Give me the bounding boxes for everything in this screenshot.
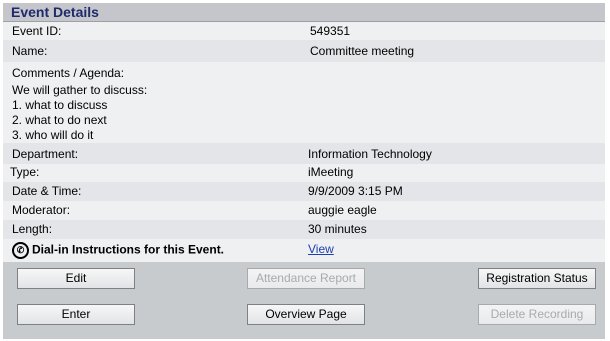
panel-header: Event Details (3, 3, 605, 22)
phone-icon: ✆ (12, 242, 29, 259)
type-value: iMeeting (308, 165, 354, 179)
type-label: Type: (10, 165, 40, 179)
comment-line: 2. what to do next (12, 113, 107, 127)
comments-row: Comments / Agenda: We will gather to dis… (3, 62, 605, 143)
page-title: Event Details (11, 4, 99, 20)
name-value: Committee meeting (310, 44, 415, 58)
event-id-row: Event ID: 549351 (3, 22, 605, 40)
department-row: Department: Information Technology (3, 143, 605, 164)
button-area: Edit Attendance Report Registration Stat… (3, 262, 605, 339)
datetime-label: Date & Time: (12, 184, 82, 198)
dialin-view-link[interactable]: View (308, 242, 334, 256)
dialin-row: ✆ Dial-in Instructions for this Event. Vi… (3, 239, 605, 262)
moderator-label: Moderator: (12, 203, 71, 217)
event-id-label: Event ID: (12, 24, 62, 38)
department-value: Information Technology (308, 147, 432, 161)
attendance-report-button[interactable]: Attendance Report (247, 268, 365, 289)
edit-button[interactable]: Edit (17, 268, 135, 289)
length-row: Length: 30 minutes (3, 220, 605, 239)
comments-label: Comments / Agenda: (12, 66, 125, 80)
type-row: Type: iMeeting (3, 164, 605, 182)
dialin-label-group: ✆ Dial-in Instructions for this Event. (12, 242, 224, 259)
enter-button[interactable]: Enter (17, 304, 135, 325)
comments-body: We will gather to discuss: 1. what to di… (12, 83, 147, 143)
delete-recording-button[interactable]: Delete Recording (478, 304, 596, 325)
moderator-row: Moderator: auggie eagle (3, 201, 605, 220)
length-label: Length: (12, 222, 53, 236)
length-value: 30 minutes (308, 222, 367, 236)
comment-line: 3. who will do it (12, 128, 94, 142)
datetime-value: 9/9/2009 3:15 PM (308, 184, 403, 198)
dialin-label: Dial-in Instructions for this Event. (32, 242, 225, 257)
overview-page-button[interactable]: Overview Page (247, 304, 365, 325)
event-id-value: 549351 (310, 24, 351, 38)
name-label: Name: (12, 44, 48, 58)
department-label: Department: (12, 147, 79, 161)
comment-line: We will gather to discuss: (12, 83, 148, 97)
moderator-value: auggie eagle (308, 203, 377, 217)
datetime-row: Date & Time: 9/9/2009 3:15 PM (3, 182, 605, 201)
registration-status-button[interactable]: Registration Status (478, 268, 596, 289)
name-row: Name: Committee meeting (3, 40, 605, 62)
comment-line: 1. what to discuss (12, 98, 108, 112)
